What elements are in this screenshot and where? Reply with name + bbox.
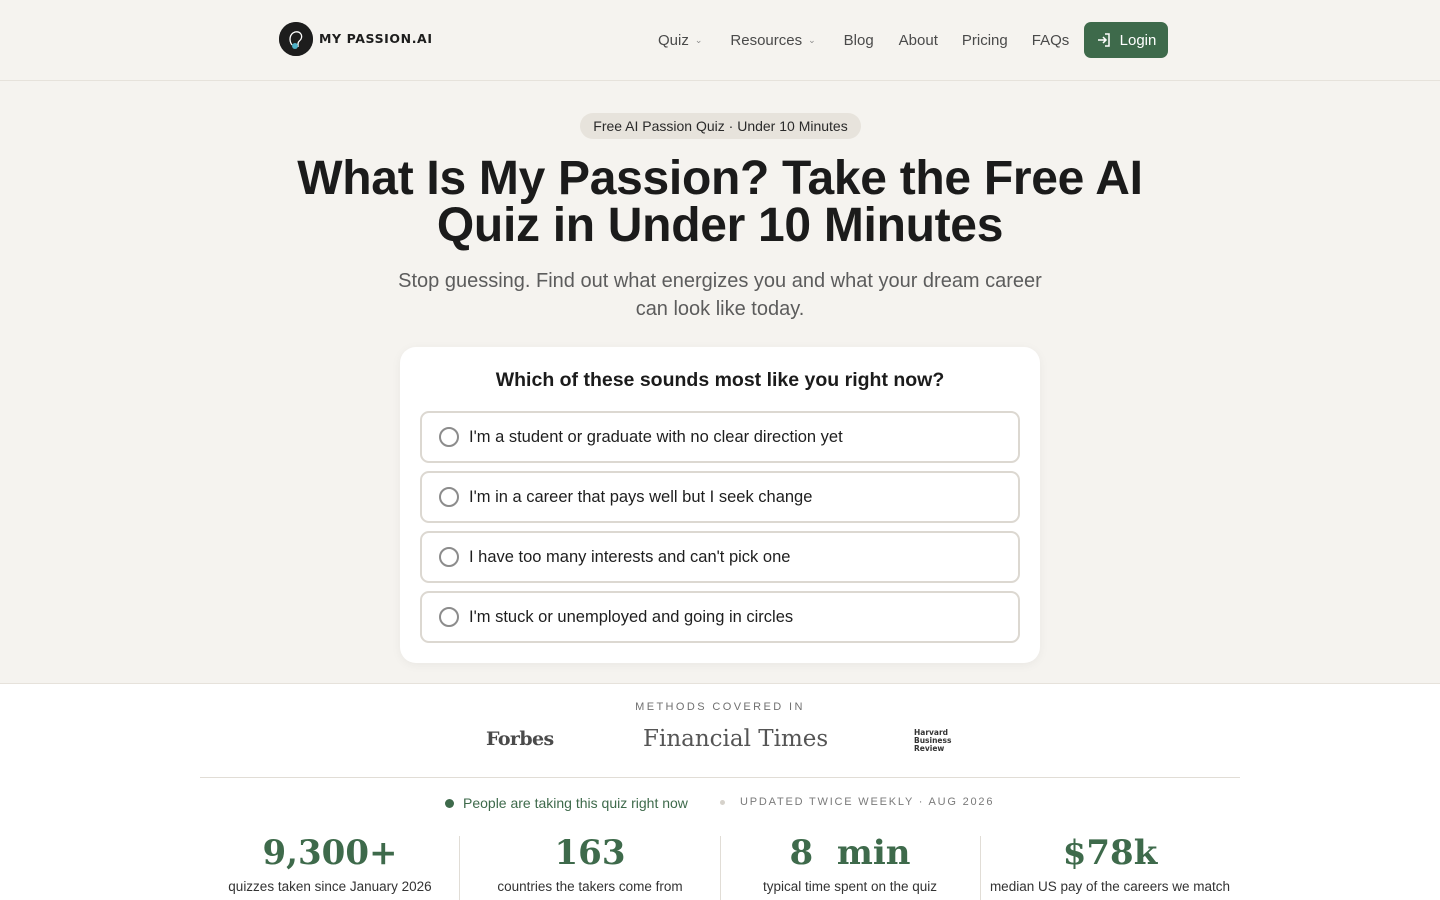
quiz-option-label: I'm stuck or unemployed and going in cir…	[469, 607, 794, 626]
live-indicator: People are taking this quiz right now	[445, 795, 688, 811]
press-label: METHODS COVERED IN	[635, 701, 805, 713]
quiz-option-label: I'm in a career that pays well but I see…	[469, 487, 813, 506]
radio-icon[interactable]	[439, 607, 459, 627]
live-dot-icon	[445, 798, 454, 808]
nav-pricing[interactable]: Pricing	[962, 32, 1008, 49]
quiz-option-career-change[interactable]: I'm in a career that pays well but I see…	[420, 471, 1020, 523]
stat-value: $78k	[1062, 833, 1158, 873]
stat-value: 163	[554, 833, 626, 873]
hero-section: Free AI Passion Quiz · Under 10 Minutes …	[0, 81, 1440, 684]
nav-about-label: About	[898, 31, 938, 49]
logo-text: MY PASSION.AI	[319, 31, 433, 46]
stat-label: typical time spent on the quiz	[762, 879, 938, 894]
login-icon	[1097, 33, 1110, 47]
radio-icon[interactable]	[439, 547, 459, 567]
stat-countries: 163 countries the takers come from	[460, 830, 720, 896]
nav-about[interactable]: About	[899, 32, 938, 49]
logo-head-icon	[279, 21, 313, 56]
quiz-option-label: I have too many interests and can't pick…	[469, 547, 791, 566]
main-nav: Quiz ⌄ Resources ⌄ Blog About Pricing FA…	[658, 30, 1069, 50]
quiz-option-stuck[interactable]: I'm stuck or unemployed and going in cir…	[420, 591, 1020, 643]
stat-pay: $78k median US pay of the careers we mat…	[980, 830, 1240, 896]
nav-faqs-label: FAQs	[1031, 31, 1070, 49]
stat-value: 9,300+	[262, 833, 398, 873]
nav-blog[interactable]: Blog	[844, 32, 874, 49]
nav-resources-label: Resources	[730, 31, 803, 49]
chevron-down-icon: ⌄	[808, 34, 816, 45]
quiz-question: Which of these sounds most like you righ…	[495, 369, 945, 391]
nav-faqs[interactable]: FAQs	[1032, 32, 1070, 49]
nav-pricing-label: Pricing	[961, 31, 1008, 49]
chevron-down-icon: ⌄	[694, 34, 703, 45]
stat-label: quizzes taken since January 2026	[228, 879, 432, 894]
site-header: MY PASSION.AI Quiz ⌄ Resources ⌄ Blog Ab…	[0, 0, 1440, 81]
hero-subtitle: Stop guessing. Find out what energizes y…	[398, 270, 1042, 320]
forbes-logo: Forbes	[486, 728, 554, 750]
quiz-option-student[interactable]: I'm a student or graduate with no clear …	[420, 411, 1020, 463]
nav-resources[interactable]: Resources ⌄	[730, 32, 815, 49]
quiz-option-many-interests[interactable]: I have too many interests and can't pick…	[420, 531, 1020, 583]
login-label: Login	[1119, 31, 1157, 49]
logo[interactable]: MY PASSION.AI	[279, 21, 433, 56]
stat-label: median US pay of the careers we match	[989, 879, 1231, 894]
stat-time: 8 min typical time spent on the quiz	[720, 830, 980, 896]
nav-quiz[interactable]: Quiz ⌄	[658, 32, 702, 49]
hero-badge: Free AI Passion Quiz · Under 10 Minutes	[580, 113, 861, 139]
quiz-card: Which of these sounds most like you righ…	[400, 347, 1040, 663]
stat-value: 8 min	[789, 833, 911, 873]
radio-icon[interactable]	[439, 427, 459, 447]
stat-quizzes: 9,300+ quizzes taken since January 2026	[200, 830, 460, 896]
nav-blog-label: Blog	[843, 31, 874, 49]
stat-label: countries the takers come from	[497, 879, 683, 894]
updated-label: UPDATED TWICE WEEKLY · AUG 2026	[740, 796, 995, 808]
live-text: People are taking this quiz right now	[463, 795, 688, 811]
quiz-option-label: I'm a student or graduate with no clear …	[469, 427, 843, 446]
nav-quiz-label: Quiz	[658, 31, 689, 49]
section-divider	[200, 777, 1240, 778]
separator-dot	[720, 800, 725, 805]
login-button[interactable]: Login	[1084, 22, 1168, 58]
harvard-business-review-logo: Harvard Business Review	[914, 728, 952, 753]
radio-icon[interactable]	[439, 487, 459, 507]
financial-times-logo: Financial Times	[643, 726, 829, 752]
page-title: What Is My Passion? Take the Free AI Qui…	[297, 152, 1143, 252]
